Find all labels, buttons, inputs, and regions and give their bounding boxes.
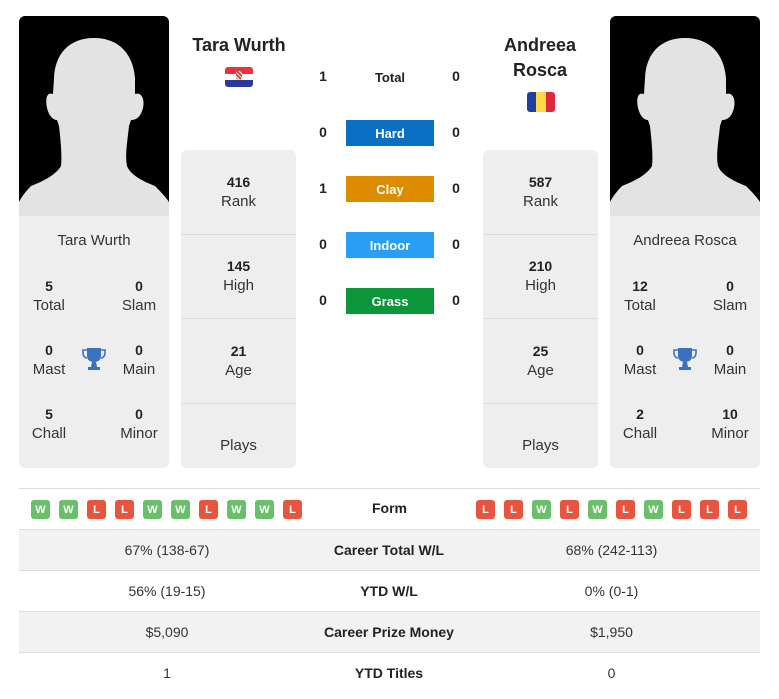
- player1-titles-mast: 0 Mast: [32, 342, 66, 378]
- surface-grass-button[interactable]: Grass: [346, 288, 434, 314]
- row-label: Career Total W/L: [333, 542, 445, 558]
- h2h-indoor-p2: 0: [452, 236, 460, 252]
- player1-card-name[interactable]: Tara Wurth: [19, 232, 169, 249]
- row-label: Career Prize Money: [324, 624, 454, 640]
- form-win-badge[interactable]: W: [171, 500, 190, 519]
- form-loss-badge[interactable]: L: [199, 500, 218, 519]
- form-loss-badge[interactable]: L: [283, 500, 302, 519]
- player2-titles-mast: 0 Mast: [623, 342, 657, 378]
- table-row: 56% (19-15) YTD W/L 0% (0-1): [19, 571, 760, 612]
- form-loss-badge[interactable]: L: [504, 500, 523, 519]
- player2-titles-total: 12 Total: [624, 278, 656, 314]
- form-win-badge[interactable]: W: [532, 500, 551, 519]
- player2-titles-slam: 0 Slam: [712, 278, 748, 314]
- trophy-icon: [673, 348, 697, 370]
- h2h-indoor-p1: 0: [319, 236, 327, 252]
- row-label: YTD W/L: [360, 583, 418, 599]
- player1-rank: 416 Rank: [181, 150, 296, 235]
- player1-titles-total: 5 Total: [33, 278, 65, 314]
- player2-age: 25 Age: [483, 319, 598, 404]
- player1-name[interactable]: Tara Wurth: [174, 33, 304, 58]
- player1-titles-minor: 0 Minor: [120, 406, 158, 442]
- form-loss-badge[interactable]: L: [87, 500, 106, 519]
- h2h-total-p2: 0: [452, 68, 460, 84]
- player2-ytd-titles: 0: [607, 665, 616, 681]
- player1-stats: 416 Rank 145 High 21 Age Plays: [181, 150, 296, 468]
- form-win-badge[interactable]: W: [227, 500, 246, 519]
- player1-career-wl: 67% (138-67): [124, 542, 210, 558]
- silhouette-icon: [19, 16, 169, 216]
- h2h-total-label: Total: [374, 70, 406, 85]
- romania-flag-icon: [527, 92, 555, 112]
- form-loss-badge[interactable]: L: [700, 500, 719, 519]
- player2-photo[interactable]: [610, 16, 760, 216]
- player2-stats: 587 Rank 210 High 25 Age Plays: [483, 150, 598, 468]
- player1-plays: Plays: [220, 436, 257, 454]
- h2h-grass-p1: 0: [319, 292, 327, 308]
- h2h-hard-p2: 0: [452, 124, 460, 140]
- player2-ytd-wl: 0% (0-1): [584, 583, 639, 599]
- form-win-badge[interactable]: W: [644, 500, 663, 519]
- player2-prize-money: $1,950: [590, 624, 633, 640]
- player2-titles-main: 0 Main: [713, 342, 747, 378]
- form-win-badge[interactable]: W: [31, 500, 50, 519]
- player1-titles-main: 0 Main: [122, 342, 156, 378]
- player1-high: 145 High: [181, 235, 296, 319]
- player2-name[interactable]: Andreea Rosca: [475, 33, 605, 83]
- surface-hard-button[interactable]: Hard: [346, 120, 434, 146]
- form-loss-badge[interactable]: L: [560, 500, 579, 519]
- player1-titles-chall: 5 Chall: [31, 406, 67, 442]
- form-win-badge[interactable]: W: [59, 500, 78, 519]
- player1-ytd-wl: 56% (19-15): [128, 583, 206, 599]
- croatia-flag-icon: [225, 67, 253, 87]
- player1-photo[interactable]: [19, 16, 169, 216]
- form-loss-badge[interactable]: L: [672, 500, 691, 519]
- player1-age: 21 Age: [181, 319, 296, 404]
- player2-card-name[interactable]: Andreea Rosca: [610, 232, 760, 249]
- h2h-grass-p2: 0: [452, 292, 460, 308]
- h2h-clay-p1: 1: [319, 180, 327, 196]
- player2-card: Andreea Rosca 12 Total 0 Slam 0 Mast 0 M…: [610, 16, 760, 468]
- form-loss-badge[interactable]: L: [476, 500, 495, 519]
- form-win-badge[interactable]: W: [143, 500, 162, 519]
- silhouette-icon: [610, 16, 760, 216]
- player2-titles-minor: 10 Minor: [711, 406, 749, 442]
- player2-high: 210 High: [483, 235, 598, 319]
- surface-indoor-button[interactable]: Indoor: [346, 232, 434, 258]
- table-row: 67% (138-67) Career Total W/L 68% (242-1…: [19, 530, 760, 571]
- h2h-clay-p2: 0: [452, 180, 460, 196]
- row-label: YTD Titles: [354, 665, 424, 681]
- player1-prize-money: $5,090: [145, 624, 189, 640]
- divider: [19, 488, 760, 489]
- player1-ytd-titles: 1: [163, 665, 171, 681]
- form-label: Form: [372, 500, 407, 516]
- h2h-hard-p1: 0: [319, 124, 327, 140]
- form-loss-badge[interactable]: L: [115, 500, 134, 519]
- player2-rank: 587 Rank: [483, 150, 598, 235]
- player2-career-wl: 68% (242-113): [565, 542, 658, 558]
- form-win-badge[interactable]: W: [255, 500, 274, 519]
- player1-card: Tara Wurth 5 Total 0 Slam 0 Mast 0 Main …: [19, 16, 169, 468]
- table-row: 1 YTD Titles 0: [19, 653, 760, 694]
- form-loss-badge[interactable]: L: [616, 500, 635, 519]
- surface-clay-button[interactable]: Clay: [346, 176, 434, 202]
- form-win-badge[interactable]: W: [588, 500, 607, 519]
- table-row: $5,090 Career Prize Money $1,950: [19, 612, 760, 653]
- trophy-icon: [82, 348, 106, 370]
- player2-titles-chall: 2 Chall: [622, 406, 658, 442]
- h2h-total-p1: 1: [319, 68, 327, 84]
- form-loss-badge[interactable]: L: [728, 500, 747, 519]
- player1-titles-slam: 0 Slam: [121, 278, 157, 314]
- player2-plays: Plays: [522, 436, 559, 454]
